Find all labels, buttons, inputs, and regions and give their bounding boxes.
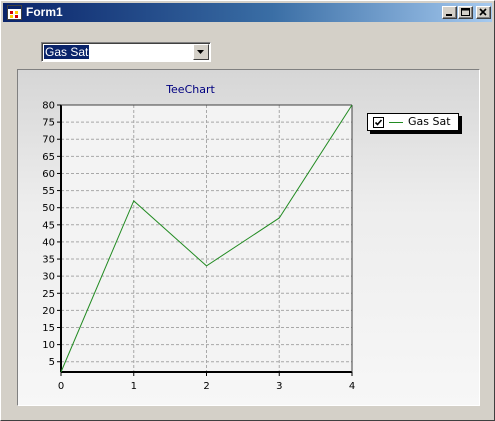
tee-chart[interactable]: TeeChart 5 10 15 20 25 30 35 40 45 50 55 60 65 70 75 80… xyxy=(17,69,480,406)
y-tick-label: 10 xyxy=(42,340,55,351)
form-window: Form1 Gas Sat TeeChart 5 10 15 20 25 30 35 40 45… xyxy=(0,0,495,421)
dropdown-arrow-button[interactable] xyxy=(193,44,209,60)
checkmark-icon xyxy=(374,119,383,126)
y-tick-label: 65 xyxy=(42,152,55,163)
title-bar[interactable]: Form1 xyxy=(3,3,492,22)
legend-series-line xyxy=(389,122,403,123)
x-tick-label: 2 xyxy=(203,381,209,392)
y-tick-label: 35 xyxy=(42,255,55,266)
y-tick-label: 30 xyxy=(42,272,55,283)
chart-legend: Gas Sat xyxy=(367,113,459,131)
maximize-icon xyxy=(461,8,470,16)
x-tick-label: 1 xyxy=(131,381,137,392)
legend-series-checkbox[interactable] xyxy=(373,117,384,128)
y-tick-label: 50 xyxy=(42,203,55,214)
chevron-down-icon xyxy=(197,50,204,54)
x-tick-label: 0 xyxy=(58,381,64,392)
x-tick-label: 4 xyxy=(349,381,355,392)
y-tick-label: 40 xyxy=(42,237,55,248)
form-icon xyxy=(7,5,22,20)
y-tick-label: 80 xyxy=(42,101,55,112)
series-dropdown-value: Gas Sat xyxy=(44,45,90,59)
y-tick-label: 55 xyxy=(42,186,55,197)
y-tick-label: 5 xyxy=(49,357,55,368)
maximize-button[interactable] xyxy=(458,6,473,19)
y-tick-label: 70 xyxy=(42,135,55,146)
chart-grid xyxy=(60,104,353,372)
series-dropdown[interactable]: Gas Sat xyxy=(41,42,211,62)
y-tick-label: 25 xyxy=(42,289,55,300)
close-button[interactable] xyxy=(476,6,491,19)
minimize-icon xyxy=(446,14,452,16)
close-icon xyxy=(479,8,487,16)
x-tick-label: 3 xyxy=(276,381,282,392)
y-tick-label: 15 xyxy=(42,323,55,334)
y-tick-label: 45 xyxy=(42,220,55,231)
legend-series-label: Gas Sat xyxy=(408,115,451,128)
minimize-button[interactable] xyxy=(442,6,457,19)
y-tick-label: 75 xyxy=(42,118,55,129)
window-title: Form1 xyxy=(26,5,63,19)
y-tick-label: 20 xyxy=(42,306,55,317)
y-tick-label: 60 xyxy=(42,169,55,180)
